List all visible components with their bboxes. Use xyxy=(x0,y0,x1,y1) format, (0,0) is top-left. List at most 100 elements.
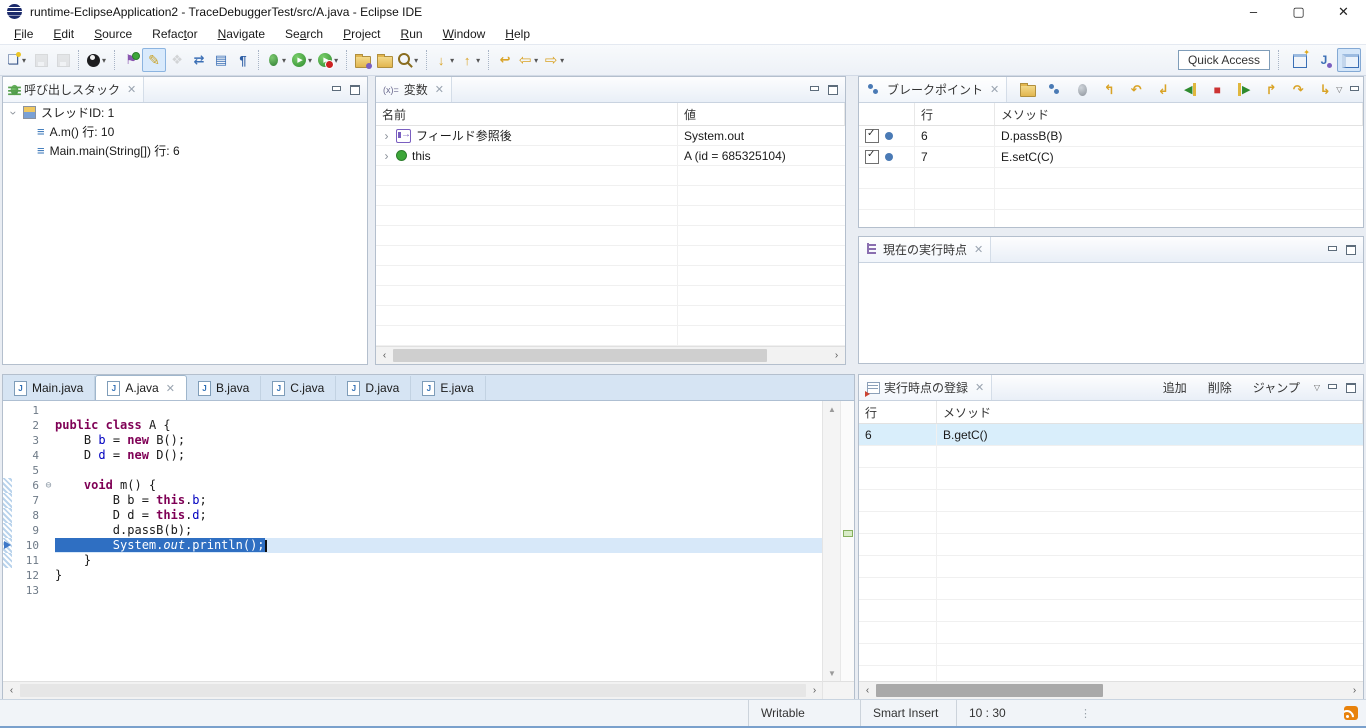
next-annotation-icon[interactable]: ▾ xyxy=(432,49,458,71)
editor-tab-b-java[interactable]: B.java xyxy=(187,376,261,400)
code-line[interactable]: 7 B b = this.b; xyxy=(3,493,823,508)
close-view-icon[interactable]: ✕ xyxy=(435,83,444,96)
back-icon[interactable]: ▾ xyxy=(516,49,542,71)
execreg-col-line[interactable]: 行 xyxy=(859,401,937,423)
breakpoint-row[interactable]: 7E.setC(C) xyxy=(859,147,1363,168)
search-icon[interactable]: ▾ xyxy=(396,49,422,71)
maximize-view-icon[interactable] xyxy=(349,85,360,95)
tab-current-execution-point[interactable]: 現在の実行時点 ✕ xyxy=(859,237,991,262)
line-number[interactable]: 11 xyxy=(12,553,42,568)
stack-frame-row[interactable]: ≡A.m() 行: 10 xyxy=(3,122,367,141)
minimize-window-button[interactable]: – xyxy=(1231,0,1276,23)
prev-annotation-icon[interactable]: ▾ xyxy=(458,49,484,71)
minimize-view-icon[interactable] xyxy=(1327,245,1338,255)
close-view-icon[interactable]: ✕ xyxy=(990,83,999,96)
last-edit-icon[interactable] xyxy=(494,49,516,71)
thread-row[interactable]: › スレッドID: 1 xyxy=(3,103,367,122)
breakpoint-row[interactable]: 6D.passB(B) xyxy=(859,126,1363,147)
menu-search[interactable]: Search xyxy=(275,25,333,43)
execreg-hscrollbar[interactable]: ‹ › xyxy=(859,681,1363,699)
editor-tab-e-java[interactable]: E.java xyxy=(411,376,485,400)
variable-row[interactable]: ›フィールド参照後System.out xyxy=(376,126,845,146)
open-folder-icon[interactable] xyxy=(374,49,396,71)
code-line[interactable]: 5 xyxy=(3,463,823,478)
maximize-view-icon[interactable] xyxy=(827,85,838,95)
line-number[interactable]: 12 xyxy=(12,568,42,583)
step-over-icon[interactable]: ↷ xyxy=(1287,79,1309,101)
step-return-icon[interactable]: ↳ xyxy=(1314,79,1336,101)
quick-access-box[interactable]: Quick Access xyxy=(1178,50,1270,70)
view-menu-icon[interactable]: ▽ xyxy=(1336,85,1342,94)
minimize-view-icon[interactable] xyxy=(331,85,342,95)
code-line[interactable]: 9 d.passB(b); xyxy=(3,523,823,538)
terminate-icon[interactable] xyxy=(1206,79,1228,101)
chevron-collapsed-icon[interactable]: › xyxy=(382,149,391,163)
menu-navigate[interactable]: Navigate xyxy=(208,25,275,43)
code-line[interactable]: 2public class A { xyxy=(3,418,823,433)
menu-project[interactable]: Project xyxy=(333,25,390,43)
code-line[interactable]: 12} xyxy=(3,568,823,583)
maximize-window-button[interactable]: ▢ xyxy=(1276,0,1321,23)
tab-execution-point-registration[interactable]: 実行時点の登録 ✕ xyxy=(859,375,992,400)
load-trace-icon[interactable] xyxy=(352,49,374,71)
line-number[interactable]: 7 xyxy=(12,493,42,508)
step-back-over-icon[interactable]: ↶ xyxy=(1125,79,1147,101)
editor-tab-main-java[interactable]: Main.java xyxy=(3,376,95,400)
line-number[interactable]: 2 xyxy=(12,418,42,433)
profile-icon[interactable]: ▾ xyxy=(84,49,110,71)
code-line[interactable]: 6⊖ void m() { xyxy=(3,478,823,493)
tab-breakpoints[interactable]: ブレークポイント ✕ xyxy=(859,77,1007,102)
close-view-icon[interactable]: ✕ xyxy=(975,381,984,394)
code-editor[interactable]: 12public class A {3 B b = new B();4 D d … xyxy=(3,401,854,699)
maximize-view-icon[interactable] xyxy=(1345,383,1356,393)
code-line[interactable]: 8 D d = this.d; xyxy=(3,508,823,523)
editor-tab-c-java[interactable]: C.java xyxy=(261,376,336,400)
save-icon[interactable] xyxy=(30,49,52,71)
breakpoints-col-line[interactable]: 行 xyxy=(915,103,995,125)
registered-point-row[interactable]: 6B.getC() xyxy=(859,424,1363,446)
run-external-icon[interactable]: ▾ xyxy=(316,49,342,71)
minimize-view-icon[interactable] xyxy=(1327,383,1338,393)
stack-frame-row[interactable]: ≡Main.main(String[]) 行: 6 xyxy=(3,141,367,160)
code-line[interactable]: 11 } xyxy=(3,553,823,568)
tab-call-stack[interactable]: 呼び出しスタック ✕ xyxy=(3,77,144,102)
maximize-view-icon[interactable] xyxy=(1345,245,1356,255)
line-number[interactable]: 9 xyxy=(12,523,42,538)
minimize-view-icon[interactable] xyxy=(1349,85,1360,95)
breakpoint-checkbox[interactable] xyxy=(865,129,879,143)
breakpoint-checkbox[interactable] xyxy=(865,150,879,164)
close-view-icon[interactable]: ✕ xyxy=(974,243,983,256)
code-line[interactable]: 3 B b = new B(); xyxy=(3,433,823,448)
statusbar-drag-handle[interactable]: ⋮ xyxy=(1080,707,1092,720)
editor-vscrollbar[interactable]: ▲▼ xyxy=(822,401,841,682)
step-into-icon[interactable]: ↱ xyxy=(1260,79,1282,101)
execreg-col-method[interactable]: メソッド xyxy=(937,401,1363,423)
debug-gray-icon[interactable] xyxy=(1071,79,1093,101)
editor-tab-a-java[interactable]: A.java✕ xyxy=(95,375,187,400)
debug-perspective-icon[interactable] xyxy=(1337,48,1361,72)
debug-icon[interactable]: ▾ xyxy=(264,49,290,71)
chevron-expanded-icon[interactable]: › xyxy=(7,108,21,117)
resume-back-icon[interactable] xyxy=(1179,79,1201,101)
variable-row[interactable]: ›thisA (id = 685325104) xyxy=(376,146,845,166)
step-back-return-icon[interactable]: ↲ xyxy=(1152,79,1174,101)
line-number[interactable]: 6 xyxy=(12,478,42,493)
jump-button[interactable]: ジャンプ xyxy=(1246,379,1307,396)
menu-run[interactable]: Run xyxy=(391,25,433,43)
open-trace-icon[interactable] xyxy=(1017,79,1039,101)
variables-col-name[interactable]: 名前 xyxy=(376,103,678,125)
variables-hscrollbar[interactable]: ‹ › xyxy=(376,346,845,364)
close-tab-icon[interactable]: ✕ xyxy=(166,382,175,395)
trace-flag-icon[interactable] xyxy=(120,49,142,71)
open-perspective-icon[interactable] xyxy=(1289,49,1311,71)
line-number[interactable]: 4 xyxy=(12,448,42,463)
variables-col-value[interactable]: 値 xyxy=(678,103,845,125)
run-icon[interactable]: ▾ xyxy=(290,49,316,71)
breakpoints-col-method[interactable]: メソッド xyxy=(995,103,1363,125)
editor-tab-d-java[interactable]: D.java xyxy=(336,376,411,400)
editor-hscrollbar[interactable]: ‹ › xyxy=(3,681,823,699)
line-number[interactable]: 5 xyxy=(12,463,42,478)
forward-icon[interactable]: ▾ xyxy=(542,49,568,71)
show-block-icon[interactable] xyxy=(210,49,232,71)
step-back-into-icon[interactable]: ↰ xyxy=(1098,79,1120,101)
